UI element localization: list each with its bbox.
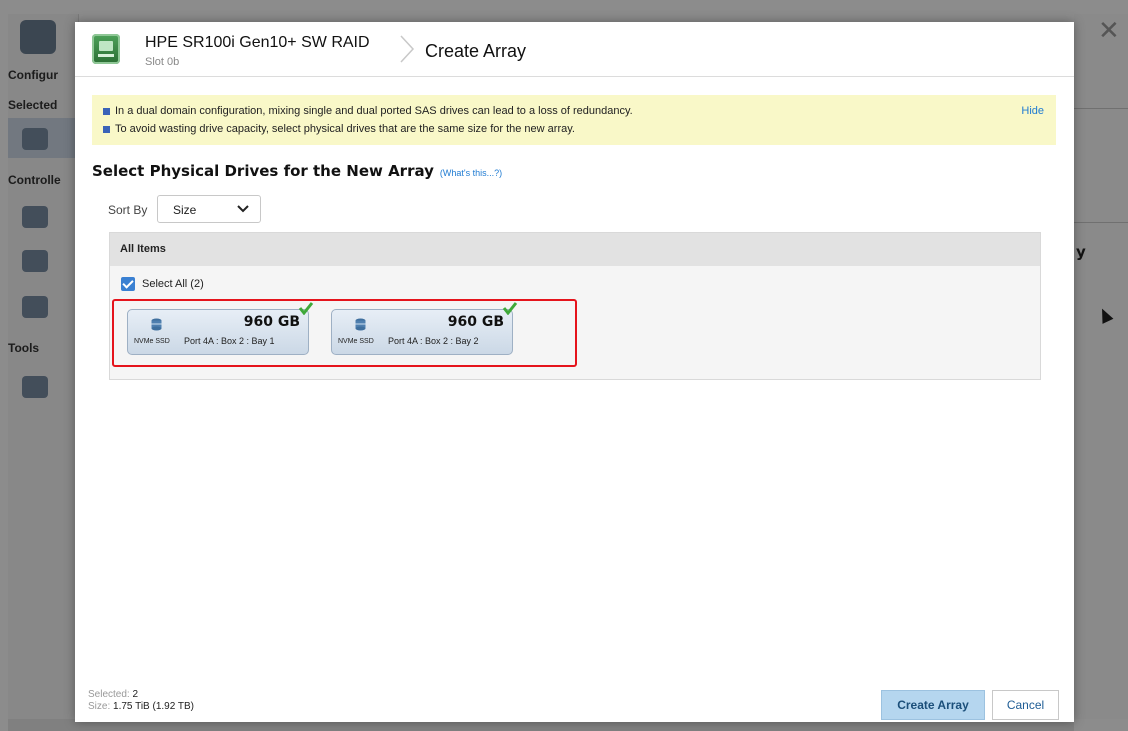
sidebar-heading-tools: Tools [8,341,40,355]
bullet-icon [103,107,110,115]
server-icon [20,20,56,54]
whats-this-link[interactable]: (What's this...?) [440,168,502,178]
select-all-checkbox[interactable] [121,277,135,291]
notice-message: In a dual domain configuration, mixing s… [103,105,633,117]
selected-size: Size: 1.75 TiB (1.92 TB) [88,701,194,712]
sort-by-value: Size [173,203,197,217]
panel-header: All Items [110,233,1040,266]
sidebar-heading-selected: Selected [8,98,58,112]
chevron-down-icon [237,205,249,213]
divider [1074,108,1128,109]
background-text-fragment: y [1076,243,1086,261]
background-right-pane [1074,14,1128,719]
create-array-button[interactable]: Create Array [881,690,985,720]
section-title: Select Physical Drives for the New Array… [92,162,503,180]
breadcrumb-chevron-icon [400,35,415,63]
sidebar-heading-configure: Configur [8,68,58,82]
controller-slot: Slot 0b [145,56,180,68]
page-title: Create Array [425,41,527,61]
storage-icon [22,296,48,318]
hide-notice-link[interactable]: Hide [1021,105,1044,117]
sort-by-select[interactable]: Size [157,195,261,223]
cancel-button[interactable]: Cancel [992,690,1059,720]
sort-by-label: Sort By [108,203,148,217]
dialog-footer: Selected: 2 Size: 1.75 TiB (1.92 TB) Cre… [75,677,1074,722]
notice-message: To avoid wasting drive capacity, select … [103,123,575,135]
close-icon[interactable]: ✕ [1098,18,1120,44]
tool-drive-icon [22,376,48,398]
controller-name: HPE SR100i Gen10+ SW RAID [145,34,370,51]
selected-count: Selected: 2 [88,689,139,700]
select-all-label[interactable]: Select All (2) [142,278,204,290]
info-notice: In a dual domain configuration, mixing s… [92,95,1056,145]
selection-highlight-frame [112,299,577,367]
dialog-header: HPE SR100i Gen10+ SW RAID Slot 0b Create… [75,22,1074,77]
controller-icon [92,34,120,64]
controller-icon [22,128,48,150]
sidebar-heading-controllers: Controlle [8,173,61,187]
physical-drive-icon [22,250,48,272]
divider [1074,222,1128,223]
drive-group-icon [22,206,48,228]
bullet-icon [103,125,110,133]
create-array-dialog: HPE SR100i Gen10+ SW RAID Slot 0b Create… [75,22,1074,722]
